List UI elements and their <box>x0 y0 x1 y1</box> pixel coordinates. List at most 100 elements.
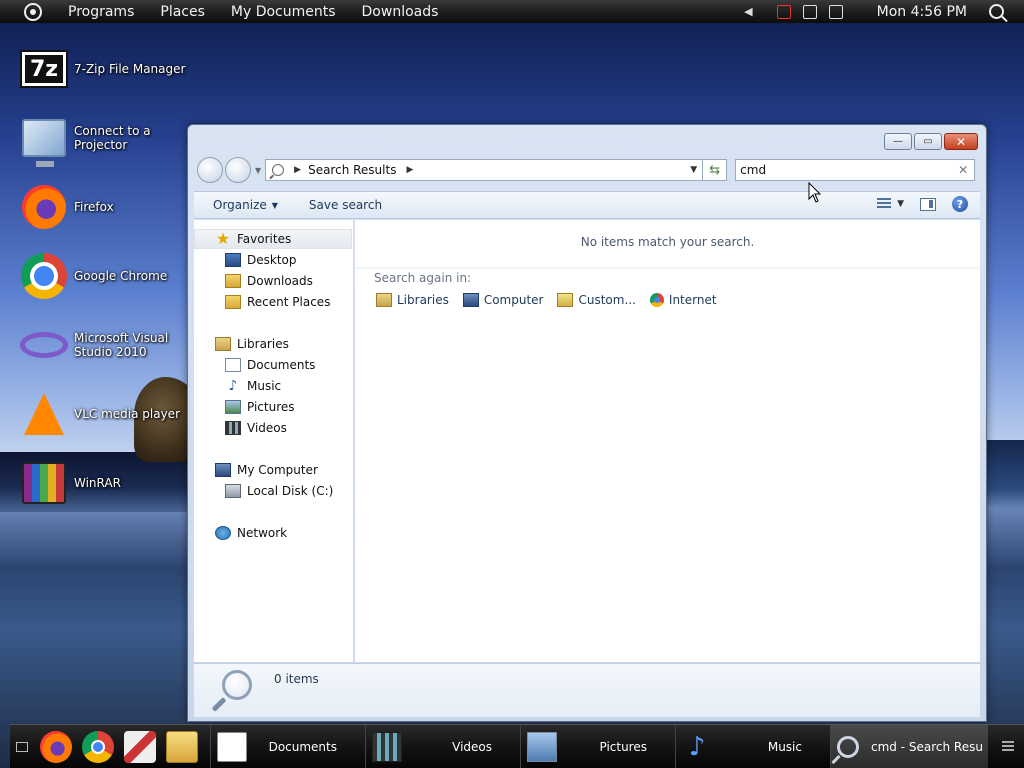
chrome-icon[interactable] <box>82 731 114 763</box>
organize-button[interactable]: Organize ▼ <box>213 198 278 212</box>
nav-libraries[interactable]: Libraries <box>194 334 352 354</box>
search-icon <box>222 670 252 700</box>
nav-local-disk[interactable]: Local Disk (C:) <box>194 481 352 501</box>
computer-icon <box>215 463 231 477</box>
nav-network[interactable]: Network <box>194 523 352 543</box>
nav-label: Pictures <box>247 400 295 414</box>
recent-pages-dropdown[interactable]: ▼ <box>255 166 261 175</box>
link-label: Computer <box>483 293 544 307</box>
pictures-icon <box>527 732 557 762</box>
show-desktop-icon[interactable] <box>16 742 28 752</box>
taskbar: Documents Videos Pictures ♪ Music cmd - … <box>10 724 1024 768</box>
breadcrumb-search-results[interactable]: Search Results <box>308 163 396 177</box>
nav-label: Network <box>237 526 288 540</box>
help-icon[interactable]: ? <box>952 196 968 212</box>
hard-disk-icon <box>225 484 241 498</box>
nav-videos[interactable]: Videos <box>194 418 352 438</box>
desktop-icon-projector[interactable]: Connect to a Projector <box>20 110 190 167</box>
menu-places[interactable]: Places <box>160 4 205 20</box>
display-icon[interactable] <box>802 4 817 19</box>
task-documents[interactable]: Documents <box>210 725 365 768</box>
computer-icon <box>462 293 479 307</box>
nav-favorites[interactable]: ★ Favorites <box>194 229 352 249</box>
command-toolbar: Organize ▼ Save search ▼ ? <box>194 191 980 219</box>
nav-label: Libraries <box>237 337 289 351</box>
search-icon[interactable] <box>989 4 1004 19</box>
libraries-icon <box>376 293 392 307</box>
toolbar-right: ▼ ? <box>877 196 968 212</box>
nav-label: Downloads <box>247 274 313 288</box>
top-panel: Programs Places My Documents Downloads ◀… <box>0 0 1024 23</box>
network-status-icon[interactable] <box>776 4 791 19</box>
task-label: Pictures <box>599 740 647 754</box>
tray-app-icon[interactable] <box>828 4 843 19</box>
breadcrumb-separator-icon[interactable]: ▶ <box>406 165 413 175</box>
maximize-button[interactable]: ▭ <box>914 133 942 150</box>
projector-icon <box>22 119 66 167</box>
nav-music[interactable]: ♪ Music <box>194 376 352 396</box>
main-menu-icon[interactable] <box>24 2 42 21</box>
forward-button[interactable] <box>225 157 251 183</box>
nav-documents[interactable]: Documents <box>194 355 352 375</box>
search-again-computer[interactable]: Computer <box>462 293 544 307</box>
desktop-icon-7zip[interactable]: 7z 7-Zip File Manager <box>20 41 190 97</box>
desktop-icon-chrome[interactable]: Google Chrome <box>20 248 190 304</box>
desktop-icon-visual-studio[interactable]: Microsoft Visual Studio 2010 <box>20 317 190 373</box>
address-dropdown-icon[interactable]: ▼ <box>690 165 697 175</box>
system-tray: ◀ Mon 4:56 PM <box>744 0 1024 23</box>
desktop-icon-firefox[interactable]: Firefox <box>20 179 190 235</box>
visual-studio-icon <box>20 332 68 358</box>
back-button[interactable] <box>197 157 223 183</box>
task-search-results[interactable]: cmd - Search Resu... <box>830 725 988 768</box>
nav-my-computer[interactable]: My Computer <box>194 460 352 480</box>
7zip-icon: 7z <box>20 50 68 88</box>
taskbar-menu-icon[interactable] <box>1002 741 1014 751</box>
file-explorer-icon[interactable] <box>166 731 198 763</box>
music-icon: ♪ <box>228 378 238 394</box>
breadcrumb-separator-icon[interactable]: ▶ <box>294 165 301 175</box>
videos-icon <box>225 421 241 435</box>
search-again-libraries[interactable]: Libraries <box>376 293 449 307</box>
window-controls: — ▭ ✕ <box>884 133 978 150</box>
chevron-down-icon: ▼ <box>271 200 278 210</box>
nav-pictures[interactable]: Pictures <box>194 397 352 417</box>
menu-my-documents[interactable]: My Documents <box>231 4 336 20</box>
task-label: Videos <box>452 740 492 754</box>
desktop-icon-label: WinRAR <box>74 476 121 490</box>
save-search-button[interactable]: Save search <box>309 198 382 212</box>
search-input[interactable]: cmd ✕ <box>735 159 976 181</box>
clear-search-icon[interactable]: ✕ <box>958 163 968 177</box>
nav-recent-places[interactable]: Recent Places <box>194 292 352 312</box>
link-label: Internet <box>668 293 717 307</box>
menu-downloads[interactable]: Downloads <box>362 4 439 20</box>
views-dropdown-icon[interactable]: ▼ <box>897 199 904 209</box>
nav-label: Music <box>247 379 282 393</box>
address-bar[interactable]: ▶ Search Results ▶ ▼ <box>265 159 704 181</box>
preview-pane-icon[interactable] <box>920 197 936 211</box>
close-button[interactable]: ✕ <box>944 133 978 150</box>
clock[interactable]: Mon 4:56 PM <box>877 4 967 20</box>
nav-downloads[interactable]: Downloads <box>194 271 352 291</box>
views-icon[interactable] <box>877 198 892 210</box>
chrome-icon <box>21 253 67 299</box>
menu-programs[interactable]: Programs <box>68 4 134 20</box>
task-pictures[interactable]: Pictures <box>520 725 675 768</box>
desktop-icon-label: Microsoft Visual Studio 2010 <box>74 331 169 359</box>
desktop-icon-vlc[interactable]: VLC media player <box>20 386 190 442</box>
firefox-icon[interactable] <box>40 731 72 763</box>
search-again-custom[interactable]: Custom... <box>557 293 636 307</box>
organize-label: Organize <box>213 198 267 212</box>
desktop-icon-label: Google Chrome <box>74 269 168 283</box>
snipping-tool-icon[interactable] <box>124 731 156 763</box>
task-music[interactable]: ♪ Music <box>675 725 830 768</box>
search-results-icon <box>272 164 285 176</box>
task-videos[interactable]: Videos <box>365 725 520 768</box>
refresh-button[interactable]: ⇆ <box>703 159 728 181</box>
recent-places-icon <box>225 295 241 309</box>
minimize-button[interactable]: — <box>884 133 912 150</box>
task-label: Documents <box>268 740 337 754</box>
tray-expand-icon[interactable]: ◀ <box>744 5 752 18</box>
desktop-icon-winrar[interactable]: WinRAR <box>20 455 190 511</box>
search-again-internet[interactable]: Internet <box>649 293 717 307</box>
nav-desktop[interactable]: Desktop <box>194 250 352 270</box>
